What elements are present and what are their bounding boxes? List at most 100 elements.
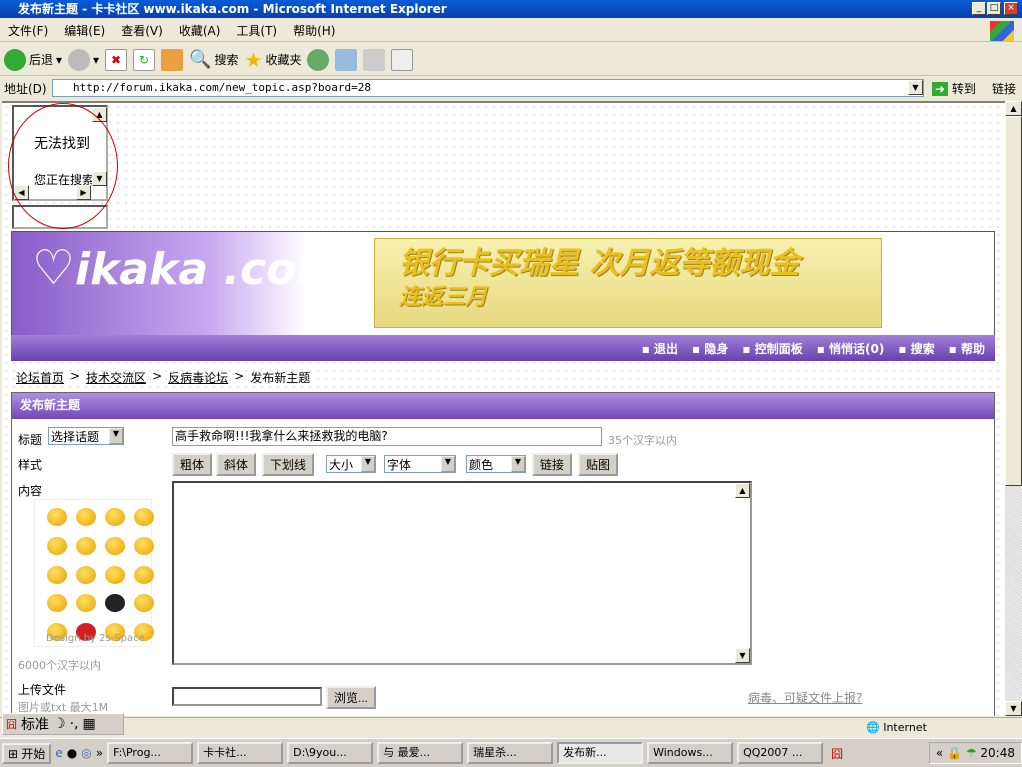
red-circle-annotation xyxy=(8,103,118,229)
bold-button[interactable]: 粗体 xyxy=(172,453,213,476)
breadcrumb: 论坛首页 > 技术交流区 > 反病毒论坛 > 发布新主题 xyxy=(16,369,311,386)
tray-lock-icon[interactable]: 🔒 xyxy=(947,746,962,760)
punctuation-icon[interactable]: ·, xyxy=(70,716,79,732)
menu-favorites[interactable]: 收藏(A) xyxy=(179,22,221,39)
url-input[interactable]: http://forum.ikaka.com/new_topic.asp?boa… xyxy=(52,79,924,97)
smiley-icon[interactable] xyxy=(134,536,154,555)
upload-file-input[interactable] xyxy=(172,687,322,706)
font-select[interactable]: 字体 ▼ xyxy=(384,455,456,473)
crumb-antivirus[interactable]: 反病毒论坛 xyxy=(168,369,228,386)
smiley-icon[interactable] xyxy=(105,508,125,526)
start-button[interactable]: ⊞ 开始 xyxy=(2,742,52,764)
page-scroll-thumb[interactable] xyxy=(1005,116,1022,486)
crumb-home[interactable]: 论坛首页 xyxy=(16,369,64,386)
quick-launch-icon[interactable]: ◎ xyxy=(81,746,91,760)
smiley-icon[interactable] xyxy=(47,508,67,526)
nav-logout[interactable]: ▪ 退出 xyxy=(642,340,678,357)
report-virus-link[interactable]: 病毒、可疑文件上报? xyxy=(748,689,862,706)
task-explorer-f[interactable]: F:\Prog... xyxy=(107,742,194,764)
nav-invisible[interactable]: ▪ 隐身 xyxy=(692,340,728,357)
quick-launch-qq-icon[interactable]: ● xyxy=(67,746,77,760)
smiley-icon[interactable] xyxy=(47,594,67,613)
title-input[interactable]: 高手救命啊!!!我拿什么来拯救我的电脑? xyxy=(172,427,602,446)
half-width-icon[interactable]: ☽ xyxy=(53,716,66,732)
task-ikaka[interactable]: 卡卡社... xyxy=(197,742,284,764)
url-dropdown[interactable]: ▼ xyxy=(908,80,923,95)
smiley-icon[interactable] xyxy=(105,565,125,584)
content-textarea[interactable]: ▲ ▼ xyxy=(172,481,752,665)
task-qq2007[interactable]: QQ2007 ... xyxy=(737,742,824,764)
textarea-scroll-down[interactable]: ▼ xyxy=(735,648,750,663)
underline-button[interactable]: 下划线 xyxy=(262,453,315,476)
nav-search[interactable]: ▪ 搜索 xyxy=(898,340,934,357)
smiley-icon[interactable] xyxy=(134,565,154,584)
menu-edit[interactable]: 编辑(E) xyxy=(64,22,105,39)
ad-banner[interactable]: 银行卡买瑞星 次月返等额现金 连返三月 xyxy=(374,238,882,328)
task-new-topic[interactable]: 发布新... xyxy=(557,742,644,764)
search-button[interactable]: 🔍 搜索 xyxy=(189,49,238,70)
nav-help[interactable]: ▪ 帮助 xyxy=(949,340,985,357)
task-notepad[interactable]: 与 最爱... xyxy=(377,742,464,764)
ime-toolbar[interactable]: 囧标准 ☽ ·, ▦ xyxy=(2,713,124,735)
page-scrollbar[interactable]: ▲ ▼ xyxy=(1005,101,1022,716)
back-button[interactable]: 后退 ▾ xyxy=(4,48,62,71)
smiley-icon[interactable] xyxy=(105,594,125,613)
style-label: 样式 xyxy=(18,458,43,472)
quick-launch-ie-icon[interactable]: e xyxy=(55,746,62,760)
nav-control-panel[interactable]: ▪ 控制面板 xyxy=(742,340,802,357)
page-scroll-up[interactable]: ▲ xyxy=(1005,101,1022,116)
content-hint: 6000个汉字以内 xyxy=(18,659,101,672)
task-rising[interactable]: 瑞星杀... xyxy=(467,742,554,764)
tray-umbrella-icon[interactable]: ☂ xyxy=(966,746,977,760)
forward-button[interactable]: ▾ xyxy=(68,48,99,71)
task-windows-media[interactable]: Windows... xyxy=(647,742,734,764)
italic-button[interactable]: 斜体 xyxy=(216,453,257,476)
menu-file[interactable]: 文件(F) xyxy=(8,22,48,39)
minimize-button[interactable]: _ xyxy=(972,2,986,15)
new-topic-panel: 发布新主题 标题 选择话题 ▼ 高手救命啊!!!我拿什么来拯救我的电脑? 35个汉… xyxy=(11,392,995,716)
browse-button[interactable]: 浏览... xyxy=(326,686,377,709)
ime-tray-icon[interactable]: 囧 xyxy=(831,745,843,762)
menu-tools[interactable]: 工具(T) xyxy=(236,22,277,39)
crumb-tech[interactable]: 技术交流区 xyxy=(86,369,146,386)
size-select[interactable]: 大小 ▼ xyxy=(326,455,376,473)
menu-view[interactable]: 查看(V) xyxy=(121,22,163,39)
smiley-icon[interactable] xyxy=(76,594,96,613)
image-button[interactable]: 贴图 xyxy=(578,453,619,476)
smiley-icon[interactable] xyxy=(134,508,154,526)
smiley-icon[interactable] xyxy=(76,536,96,555)
smiley-icon[interactable] xyxy=(105,536,125,555)
smiley-icon[interactable] xyxy=(47,565,67,584)
maximize-button[interactable]: □ xyxy=(987,2,1001,15)
go-button[interactable]: ➜ 转到 xyxy=(932,80,976,97)
quick-launch-more[interactable]: » xyxy=(96,746,103,760)
stop-icon[interactable]: ✖ xyxy=(105,48,128,71)
smiley-icon[interactable] xyxy=(47,536,67,555)
textarea-scroll-up[interactable]: ▲ xyxy=(735,483,750,498)
topic-select[interactable]: 选择话题 ▼ xyxy=(48,427,124,445)
home-icon[interactable] xyxy=(161,48,184,71)
link-button[interactable]: 链接 xyxy=(532,453,573,476)
smiley-icon[interactable] xyxy=(76,565,96,584)
soft-keyboard-icon[interactable]: ▦ xyxy=(82,716,95,732)
ad-line2: 连返三月 xyxy=(399,285,488,310)
color-select[interactable]: 颜色 ▼ xyxy=(466,455,526,473)
mail-icon[interactable] xyxy=(335,48,358,71)
task-explorer-d[interactable]: D:\9you... xyxy=(287,742,374,764)
edit-icon[interactable] xyxy=(391,48,414,71)
favorites-button[interactable]: ★ 收藏夹 xyxy=(245,48,302,72)
ikaka-logo[interactable]: ♡ikaka .com xyxy=(32,240,342,296)
title-label: 标题 xyxy=(18,433,43,447)
menu-help[interactable]: 帮助(H) xyxy=(293,22,335,39)
smiley-icon[interactable] xyxy=(134,594,154,613)
refresh-icon[interactable]: ↻ xyxy=(133,48,156,71)
history-icon[interactable] xyxy=(307,48,330,71)
links-button[interactable]: 链接 xyxy=(992,80,1016,97)
ime-mode[interactable]: 标准 xyxy=(21,714,49,734)
page-scroll-down[interactable]: ▼ xyxy=(1005,701,1022,716)
print-icon[interactable] xyxy=(363,48,386,71)
crumb-current: 发布新主题 xyxy=(250,371,311,385)
nav-messages[interactable]: ▪ 悄悄话(0) xyxy=(817,340,885,357)
smiley-icon[interactable] xyxy=(76,508,96,526)
close-button[interactable]: × xyxy=(1004,2,1018,15)
